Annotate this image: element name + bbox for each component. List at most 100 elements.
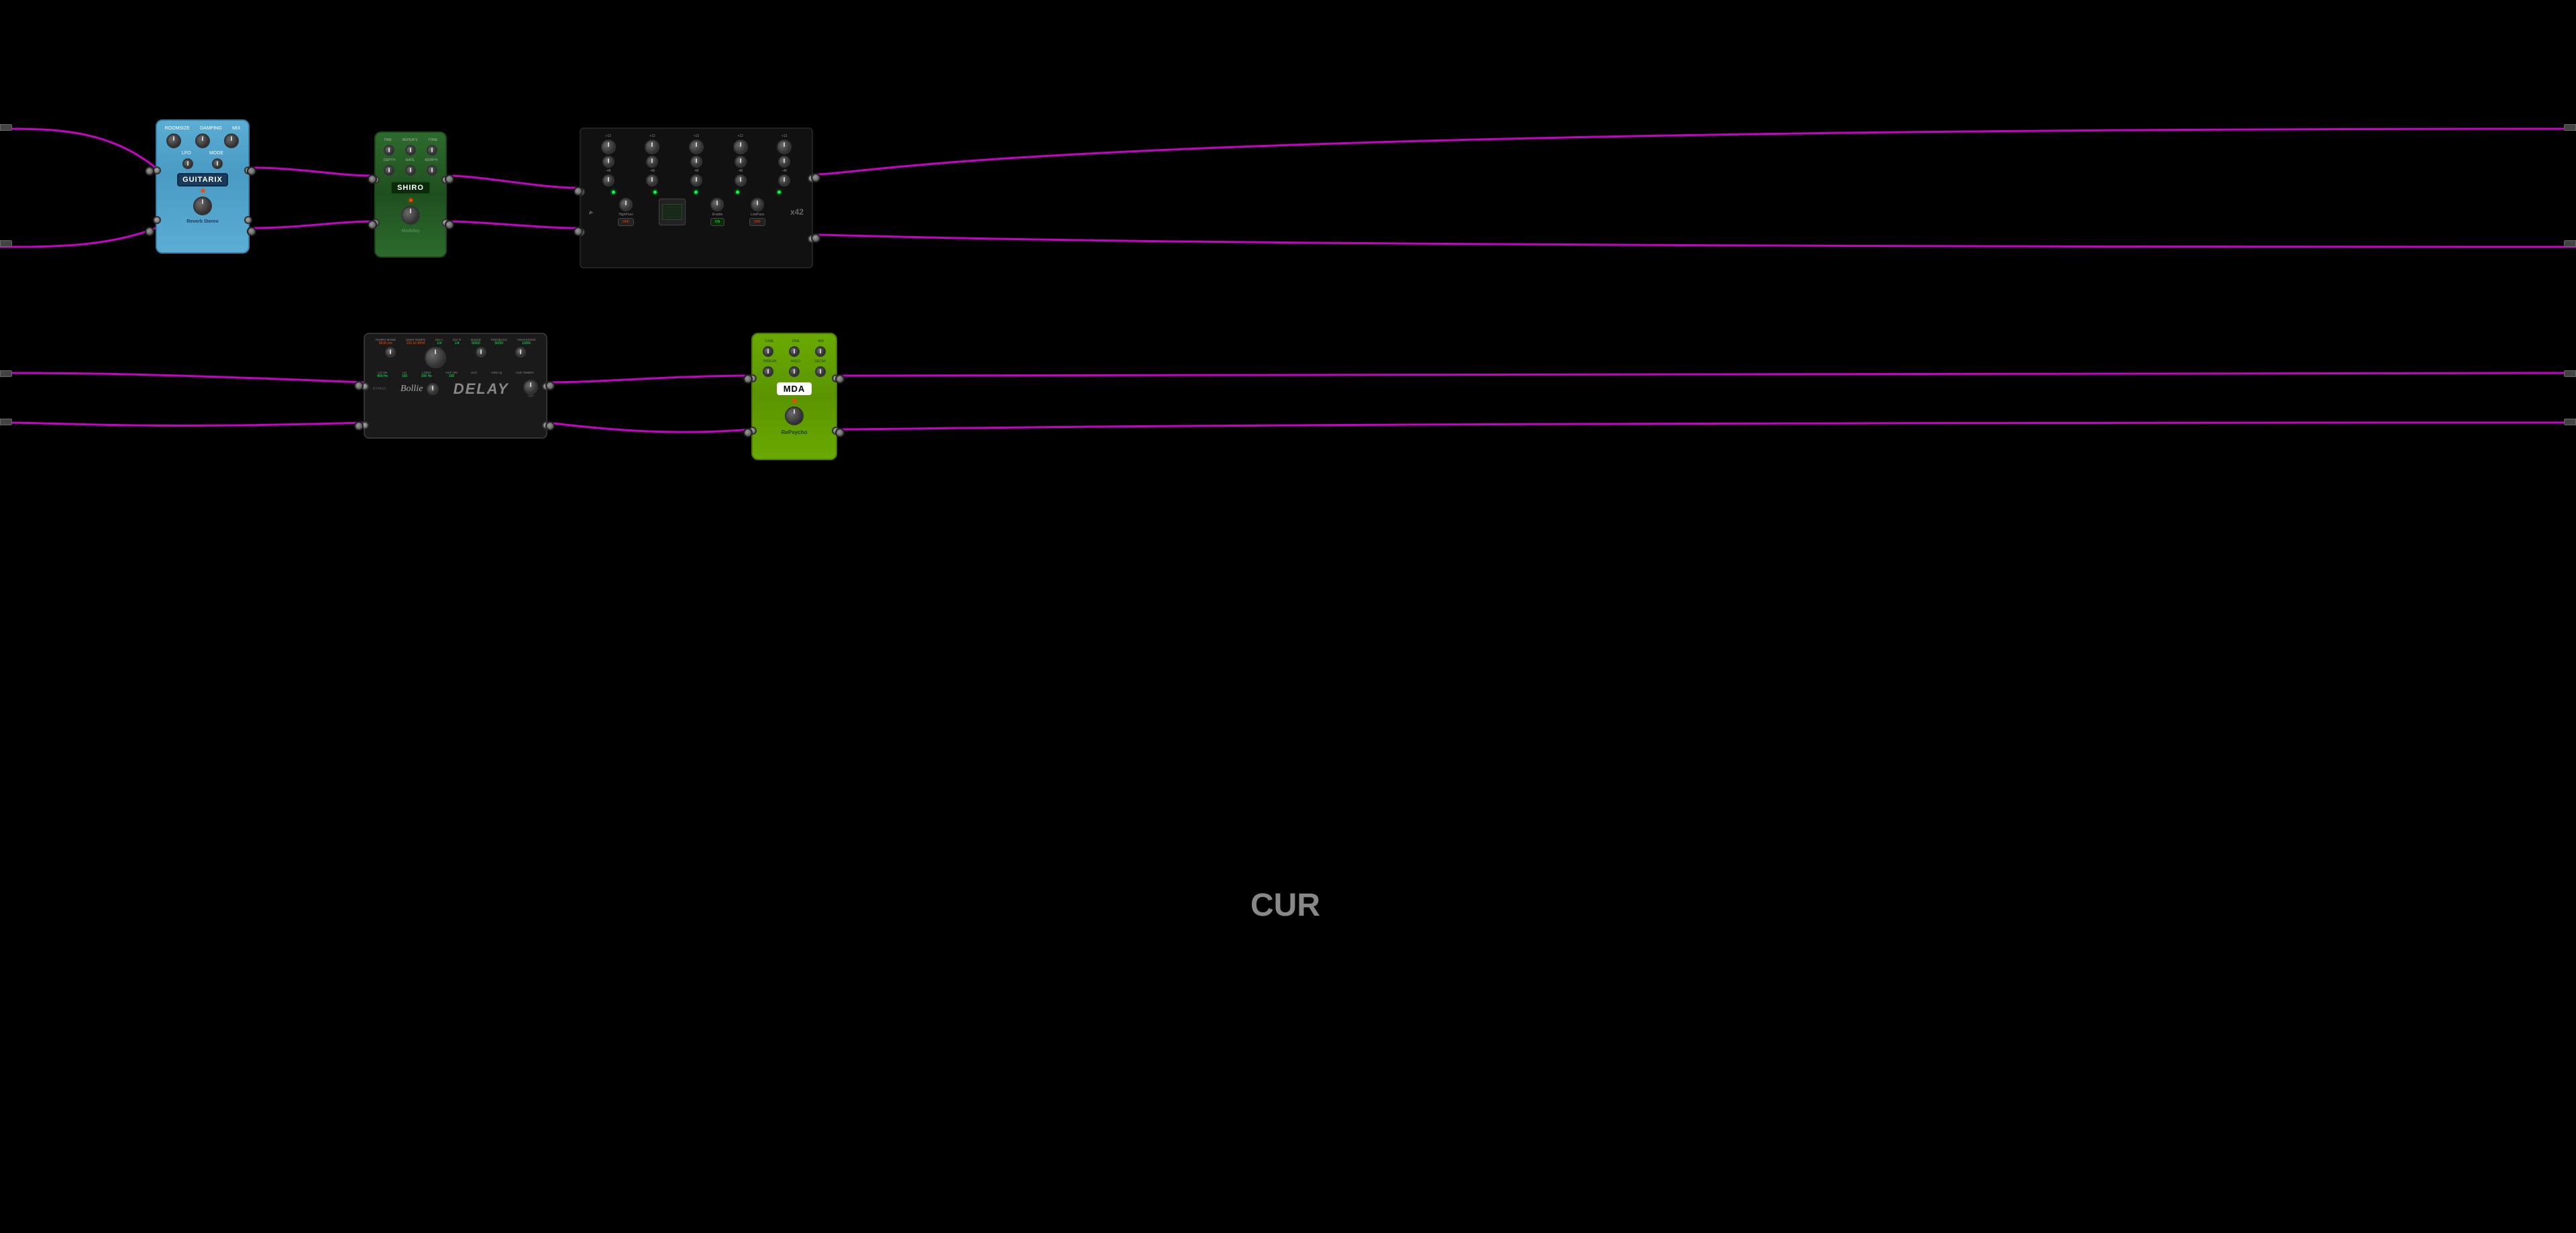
- shiro-label-rate: RATE: [406, 158, 415, 162]
- x42-lowpass-off[interactable]: OFF: [749, 218, 765, 226]
- mda-big-knob-container: [785, 407, 804, 425]
- shiro-knob-morph[interactable]: [427, 165, 437, 176]
- guitarix-knob-lfo[interactable]: [182, 158, 193, 169]
- bollie-div-l: DIV L 1/4: [435, 338, 443, 345]
- x42-band5-knob3[interactable]: [778, 174, 790, 186]
- x42-enable-on[interactable]: ON: [710, 218, 725, 226]
- shiro-subtitle: Modulay: [402, 229, 419, 233]
- cur-label: CUR: [1250, 887, 1320, 924]
- bollie-info-row: TEMPO MODE MOD:ms USER TEMPO 220.00 BPM …: [370, 338, 541, 345]
- bollie-bypass-knob[interactable]: [427, 383, 439, 395]
- x42-band5-knob[interactable]: [777, 140, 792, 154]
- guitarix-bottom-knobs: [172, 158, 233, 169]
- shiro-knob-rate[interactable]: [405, 165, 416, 176]
- x42-band5: +12 -48: [777, 134, 792, 186]
- inline-conn-12: [811, 233, 820, 243]
- shiro-knob-time[interactable]: [384, 145, 394, 156]
- mda-knob-hold[interactable]: [789, 366, 800, 377]
- shiro-top-knobs: [378, 145, 443, 156]
- shiro-label-tone: TONE: [428, 138, 437, 142]
- guitarix-label-mix: MIX: [232, 126, 240, 131]
- x42-band1-knob[interactable]: [601, 140, 616, 154]
- x42-band1-knob3[interactable]: [602, 174, 614, 186]
- guitarix-knob-mode[interactable]: [212, 158, 223, 169]
- shiro-knob-repeats[interactable]: [405, 145, 416, 156]
- guitarix-knob-damping[interactable]: [195, 133, 210, 148]
- x42-band3-knob3[interactable]: [690, 174, 702, 186]
- mda-label-mix: MIX: [818, 339, 824, 343]
- mda-knob-decay[interactable]: [815, 366, 826, 377]
- x42-band4-knob[interactable]: [733, 140, 748, 154]
- x42-lowpass-group: LowPass OFF: [749, 198, 765, 226]
- bollie-delay-text: DELAY: [453, 380, 509, 398]
- x42-highpass-off[interactable]: OFF: [618, 218, 634, 226]
- guitarix-knob-roomsize[interactable]: [166, 133, 181, 148]
- guitarix-knob-mix[interactable]: [224, 133, 239, 148]
- cable-left-bollie: [0, 373, 364, 382]
- x42-pedal: +12 -48 +12 -48 +12 -48 +12 -48: [580, 127, 813, 268]
- shiro-knob-tone[interactable]: [427, 145, 437, 156]
- mda-bottom-labels: THRESH HOLD DECAY: [755, 360, 833, 364]
- mda-big-knob[interactable]: [785, 407, 804, 425]
- x42-enable-label: Enable: [712, 213, 723, 217]
- guitarix-big-knob[interactable]: [193, 197, 212, 215]
- x42-band-row-top: +12 -48 +12 -48 +12 -48 +12 -48: [586, 134, 806, 186]
- guitarix-label-roomsize: ROOMSIZE: [165, 126, 190, 131]
- inline-conn-13: [354, 381, 364, 390]
- mda-knob-mix[interactable]: [815, 346, 826, 357]
- shiro-pedal: TIME REPEATS TONE DEPTH RATE MORPH SHIRO…: [374, 131, 447, 258]
- cable-shiro-x42-top: [447, 176, 580, 188]
- x42-band3-knob[interactable]: [689, 140, 704, 154]
- bollie-tempo-mode: TEMPO MODE MOD:ms: [375, 338, 396, 345]
- cable-guitarix-shiro-top: [250, 168, 374, 176]
- shiro-big-knob[interactable]: [401, 206, 420, 225]
- x42-enable-knob[interactable]: [710, 198, 724, 211]
- x42-band3-knob2[interactable]: [690, 156, 702, 168]
- mda-label-fine: FINE: [792, 339, 800, 343]
- x42-band2-knob[interactable]: [645, 140, 659, 154]
- guitarix-port-out-bottom: [244, 216, 252, 224]
- x42-band2: +12 -48: [645, 134, 659, 186]
- mda-knob-fine[interactable]: [789, 346, 800, 357]
- bollie-knob-feedback[interactable]: [476, 347, 486, 358]
- mda-top-knobs: [755, 346, 833, 357]
- bollie-knob-crossfeed[interactable]: [515, 347, 526, 358]
- x42-band5-knob2[interactable]: [778, 156, 790, 168]
- inline-conn-5: [574, 186, 583, 196]
- bollie-blend: BLEND 50/50: [471, 338, 481, 345]
- inline-conn-9: [368, 220, 377, 229]
- edge-port-right-2: [2564, 240, 2576, 247]
- mda-knob-tune[interactable]: [763, 346, 773, 357]
- guitarix-subtitle: Reverb Stereo: [186, 219, 218, 224]
- bollie-div-r: DIV R 1/4: [453, 338, 461, 345]
- cable-mda-right-2: [837, 423, 2576, 429]
- x42-band2-knob2[interactable]: [646, 156, 658, 168]
- bollie-knob-1[interactable]: [385, 347, 396, 358]
- x42-lowpass-knob[interactable]: [751, 198, 764, 211]
- x42-band4-knob3[interactable]: [735, 174, 747, 186]
- guitarix-label-lfo: LFO: [182, 151, 191, 156]
- shiro-bottom-knobs: [378, 165, 443, 176]
- x42-enable-group: Enable ON: [710, 198, 725, 226]
- mda-knob-thresh[interactable]: [763, 366, 773, 377]
- inline-conn-20: [835, 428, 845, 437]
- inline-conn-15: [743, 374, 753, 384]
- x42-logo: ▶: [589, 209, 593, 215]
- shiro-led: [409, 199, 413, 202]
- x42-band4-knob2[interactable]: [735, 156, 747, 168]
- x42-band4: +12 -48: [733, 134, 748, 186]
- bollie-knob-blend[interactable]: [425, 347, 446, 368]
- cable-in-top-left: [0, 129, 156, 168]
- cable-bollie-mda-2: [547, 423, 751, 432]
- guitarix-led: [201, 189, 205, 193]
- x42-band2-knob3[interactable]: [646, 174, 658, 186]
- bollie-tap-knob[interactable]: [523, 380, 538, 394]
- x42-highpass-knob[interactable]: [619, 198, 633, 211]
- x42-bottom-controls: ▶ HighPass OFF Enable ON LowPass OFF x42: [586, 198, 806, 226]
- x42-band1: +12 -48: [601, 134, 616, 186]
- cable-bollie-mda: [547, 376, 751, 382]
- x42-band1-knob2[interactable]: [602, 156, 614, 168]
- guitarix-pedal: ROOMSIZE DAMPING MIX LFO MODE GUITARIX R…: [156, 119, 250, 254]
- shiro-knob-depth[interactable]: [384, 165, 394, 176]
- inline-conn-1: [145, 166, 154, 176]
